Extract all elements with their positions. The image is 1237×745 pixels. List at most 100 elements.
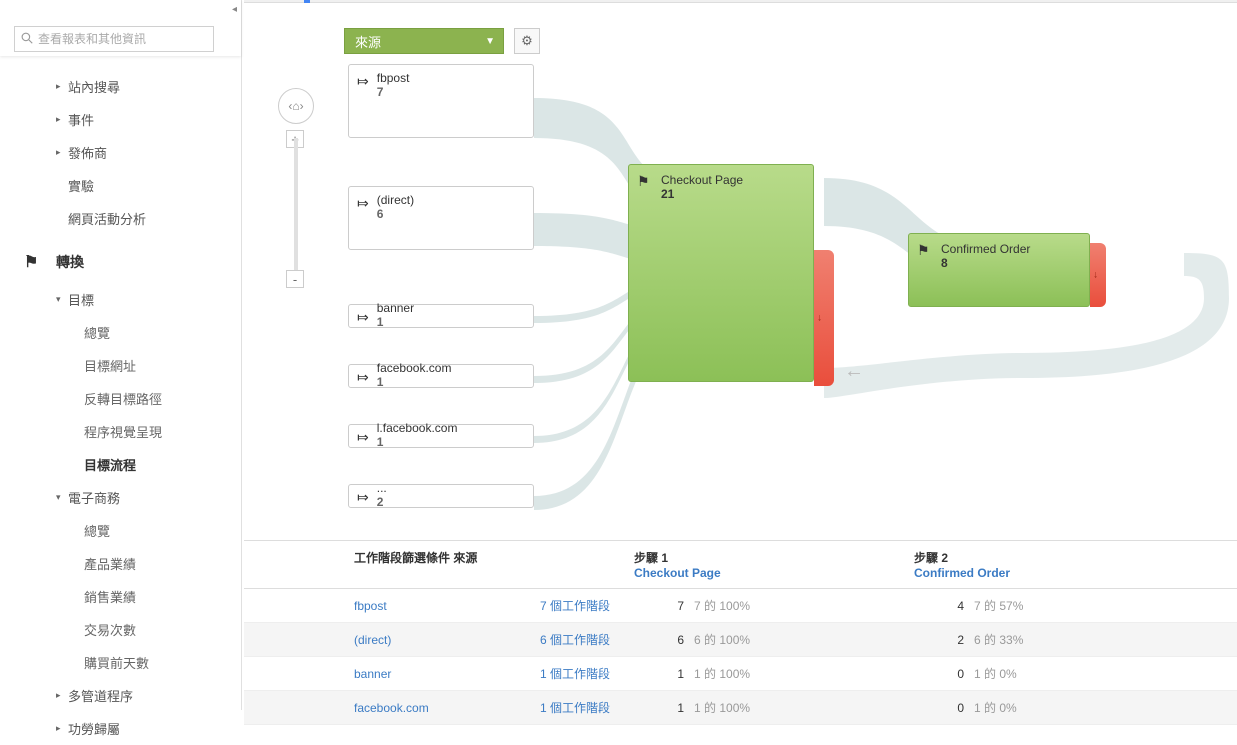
chevron-down-icon: ▾ bbox=[56, 492, 61, 503]
header-sublabel: Confirmed Order bbox=[914, 566, 1174, 580]
table-row[interactable]: fbpost7 個工作階段77 的 100%47 的 57% bbox=[244, 589, 1237, 623]
nav-label: 功勞歸屬 bbox=[68, 719, 120, 738]
row-step1-count: 1 bbox=[634, 667, 684, 681]
row-sessions: 6 個工作階段 bbox=[540, 631, 610, 648]
nav-goals-overview[interactable]: 總覽 bbox=[0, 316, 241, 349]
nav-ecom-product[interactable]: 產品業績 bbox=[0, 547, 241, 580]
nav-label: 站內搜尋 bbox=[68, 77, 120, 96]
nav-label: 交易次數 bbox=[84, 620, 136, 639]
dropoff-indicator-step1[interactable]: ↓ bbox=[814, 250, 834, 386]
source-node-facebook[interactable]: ⤇ facebook.com1 bbox=[348, 364, 534, 388]
source-count: 2 bbox=[377, 495, 387, 509]
nav-goals-urls[interactable]: 目標網址 bbox=[0, 349, 241, 382]
sidebar: ◂ ▸ 站內搜尋 ▸事件 ▸ 發佈商 實驗 網頁活動分析 ⚑ 轉換 ▾目標 總覽 目… bbox=[0, 0, 242, 710]
search-icon bbox=[21, 32, 33, 47]
sidebar-nav: ▸ 站內搜尋 ▸事件 ▸ 發佈商 實驗 網頁活動分析 ⚑ 轉換 ▾目標 總覽 目標網… bbox=[0, 56, 241, 745]
nav-label: 程序視覺呈現 bbox=[84, 422, 162, 441]
source-node-fbpost[interactable]: ⤇ fbpost7 bbox=[348, 64, 534, 138]
source-node-lfacebook[interactable]: ⤇ l.facebook.com1 bbox=[348, 424, 534, 448]
nav-section-conversions[interactable]: ⚑ 轉換 bbox=[0, 245, 241, 279]
enter-arrow-icon: ⤇ bbox=[357, 369, 369, 386]
table-row[interactable]: banner1 個工作階段11 的 100%01 的 0% bbox=[244, 657, 1237, 691]
nav-label: 發佈商 bbox=[68, 143, 107, 162]
search-input[interactable] bbox=[38, 32, 207, 46]
flag-icon: ⚑ bbox=[917, 242, 930, 259]
back-arrow-icon: ← bbox=[844, 360, 864, 383]
nav-goals-flow[interactable]: 目標流程 bbox=[0, 448, 241, 481]
chevron-right-icon: ▸ bbox=[56, 81, 61, 92]
enter-arrow-icon: ⤇ bbox=[357, 73, 369, 90]
nav-site-search[interactable]: ▸ 站內搜尋 bbox=[0, 70, 241, 103]
header-step1: 步驟 1Checkout Page bbox=[624, 541, 904, 588]
nav-label: 目標流程 bbox=[84, 455, 136, 474]
row-step2-count: 4 bbox=[914, 599, 964, 613]
source-node-other[interactable]: ⤇ ...2 bbox=[348, 484, 534, 508]
row-source-link[interactable]: banner bbox=[354, 667, 391, 681]
table-row[interactable]: facebook.com1 個工作階段11 的 100%01 的 0% bbox=[244, 691, 1237, 725]
chevron-down-icon: ▾ bbox=[56, 294, 61, 305]
chevron-right-icon: ▸ bbox=[56, 147, 61, 158]
nav-inpage[interactable]: 網頁活動分析 bbox=[0, 202, 241, 235]
enter-arrow-icon: ⤇ bbox=[357, 195, 369, 212]
header-label: 工作階段篩選條件 來源 bbox=[354, 549, 614, 566]
nav-label: 銷售業績 bbox=[84, 587, 136, 606]
nav-label: 購買前天數 bbox=[84, 653, 149, 672]
nav-goals[interactable]: ▾目標 bbox=[0, 283, 241, 316]
row-step1-pct: 7 的 100% bbox=[694, 597, 750, 614]
step-name: Confirmed Order bbox=[941, 242, 1079, 256]
nav-ecom-transactions[interactable]: 交易次數 bbox=[0, 613, 241, 646]
source-name: banner bbox=[377, 301, 414, 315]
step-node-checkout[interactable]: ⚑ Checkout Page21 bbox=[628, 164, 814, 382]
source-count: 7 bbox=[377, 85, 410, 99]
source-name: l.facebook.com bbox=[377, 421, 458, 435]
settings-button[interactable]: ⚙ bbox=[514, 28, 540, 54]
nav-ecom-overview[interactable]: 總覽 bbox=[0, 514, 241, 547]
flag-icon: ⚑ bbox=[24, 252, 38, 272]
active-tab-indicator bbox=[304, 0, 310, 3]
source-count: 1 bbox=[377, 375, 452, 389]
table-row[interactable]: (direct)6 個工作階段66 的 100%26 的 33% bbox=[244, 623, 1237, 657]
nav-multichannel[interactable]: ▸多管道程序 bbox=[0, 679, 241, 712]
dimension-label: 來源 bbox=[355, 32, 381, 51]
nav-label: 目標網址 bbox=[84, 356, 136, 375]
top-border bbox=[244, 0, 1237, 3]
nav-ecommerce[interactable]: ▾電子商務 bbox=[0, 481, 241, 514]
nav-events[interactable]: ▸事件 bbox=[0, 103, 241, 136]
nav-label: 總覽 bbox=[84, 323, 110, 342]
row-source-link[interactable]: (direct) bbox=[354, 633, 391, 647]
header-sublabel: Checkout Page bbox=[634, 566, 894, 580]
nav-label: 實驗 bbox=[68, 176, 94, 195]
main-content: 來源 ▼ ⚙ ‹ ⌂ › + - ⤇ fbpost7 bbox=[244, 0, 1237, 710]
collapse-sidebar-icon[interactable]: ◂ bbox=[232, 4, 242, 20]
nav-label: 網頁活動分析 bbox=[68, 209, 146, 228]
nav-ecom-days[interactable]: 購買前天數 bbox=[0, 646, 241, 679]
step-node-confirmed[interactable]: ⚑ Confirmed Order8 bbox=[908, 233, 1090, 307]
row-sessions: 1 個工作階段 bbox=[540, 665, 610, 682]
row-step1-pct: 1 的 100% bbox=[694, 699, 750, 716]
source-name: facebook.com bbox=[377, 361, 452, 375]
flag-icon: ⚑ bbox=[637, 173, 650, 190]
row-step1-count: 6 bbox=[634, 633, 684, 647]
dimension-select[interactable]: 來源 ▼ bbox=[344, 28, 504, 54]
enter-arrow-icon: ⤇ bbox=[357, 429, 369, 446]
chevron-down-icon: ▼ bbox=[485, 36, 495, 47]
nav-label: 產品業績 bbox=[84, 554, 136, 573]
source-node-banner[interactable]: ⤇ banner1 bbox=[348, 304, 534, 328]
row-step2-count: 2 bbox=[914, 633, 964, 647]
row-sessions: 1 個工作階段 bbox=[540, 699, 610, 716]
nav-goals-reverse[interactable]: 反轉目標路徑 bbox=[0, 382, 241, 415]
row-source-link[interactable]: facebook.com bbox=[354, 701, 429, 715]
row-source-link[interactable]: fbpost bbox=[354, 599, 387, 613]
nav-publisher[interactable]: ▸ 發佈商 bbox=[0, 136, 241, 169]
dropoff-indicator-step2[interactable]: ↓ bbox=[1090, 243, 1106, 307]
nav-attribution[interactable]: ▸功勞歸屬 bbox=[0, 712, 241, 745]
gear-icon: ⚙ bbox=[521, 33, 533, 49]
nav-ecom-sales[interactable]: 銷售業績 bbox=[0, 580, 241, 613]
source-node-direct[interactable]: ⤇ (direct)6 bbox=[348, 186, 534, 250]
nav-experiments[interactable]: 實驗 bbox=[0, 169, 241, 202]
header-label: 步驟 2 bbox=[914, 549, 1174, 566]
source-name: (direct) bbox=[377, 193, 414, 207]
row-sessions: 7 個工作階段 bbox=[540, 597, 610, 614]
nav-goals-funnel[interactable]: 程序視覺呈現 bbox=[0, 415, 241, 448]
search-input-wrapper[interactable] bbox=[14, 26, 214, 52]
